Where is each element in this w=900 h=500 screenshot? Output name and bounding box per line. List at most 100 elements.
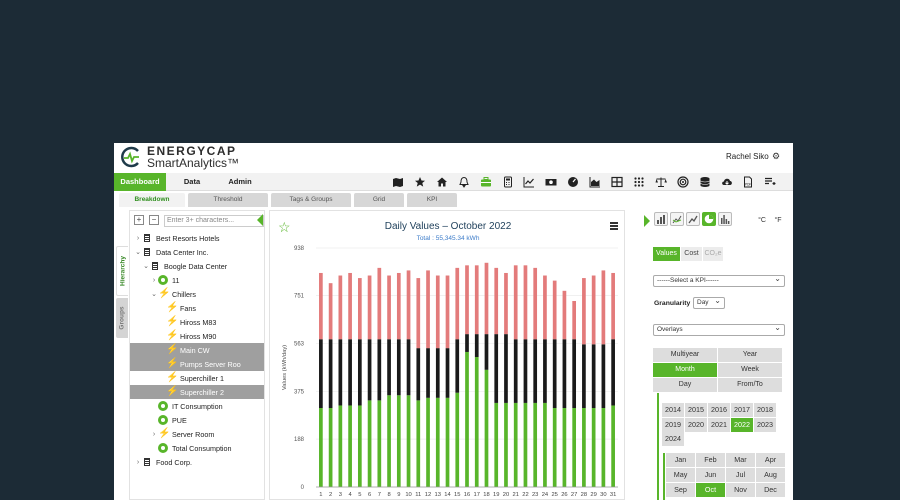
expand-toggle-icon[interactable]: › <box>150 277 158 284</box>
month-button[interactable]: Mar <box>726 453 755 467</box>
tab-groups[interactable]: Groups <box>116 298 128 338</box>
year-button[interactable]: 2016 <box>708 403 730 417</box>
year-button[interactable]: 2021 <box>708 417 730 432</box>
money-icon[interactable] <box>542 174 560 190</box>
collapse-all-button[interactable]: − <box>149 215 159 225</box>
month-button[interactable]: Aug <box>756 468 785 482</box>
tree-item[interactable]: PUE <box>130 413 264 427</box>
tree-item[interactable]: ⌄ Boogle Data Center <box>130 259 264 273</box>
overlays-select[interactable]: Overlays <box>653 323 785 336</box>
tab-tags-groups[interactable]: Tags & Groups <box>271 193 351 207</box>
kpi-select[interactable]: ------Select a KPI------ <box>653 274 785 287</box>
tree-item[interactable]: ⚡ Pumps Server Roo <box>130 357 264 371</box>
tree-item[interactable]: › Food Corp. <box>130 455 264 469</box>
collapse-right-panel-icon[interactable] <box>644 215 650 227</box>
year-button[interactable]: 2023 <box>754 417 776 432</box>
nav-data[interactable]: Data <box>172 173 212 191</box>
month-button[interactable]: Jun <box>696 468 725 482</box>
month-button[interactable]: Oct <box>696 483 725 497</box>
tree-search-input[interactable]: Enter 3+ characters... <box>164 215 264 227</box>
period-multiyear[interactable]: Multiyear <box>653 348 717 362</box>
expand-toggle-icon[interactable]: ⌄ <box>134 248 142 256</box>
table-icon[interactable] <box>608 174 626 190</box>
tab-grid[interactable]: Grid <box>354 193 404 207</box>
year-button[interactable]: 2014 <box>662 403 684 417</box>
nav-admin[interactable]: Admin <box>220 173 260 191</box>
tree-item[interactable]: › 11 <box>130 273 264 287</box>
year-button[interactable]: 2015 <box>685 403 707 417</box>
period-day[interactable]: Day <box>653 378 717 392</box>
tab-kpi[interactable]: KPI <box>407 193 457 207</box>
celsius-toggle[interactable]: °C <box>755 215 769 227</box>
tree-item[interactable]: Total Consumption <box>130 441 264 455</box>
expand-toggle-icon[interactable]: › <box>150 431 158 438</box>
year-button[interactable]: 2020 <box>685 417 707 432</box>
gears-icon[interactable]: ⚙ <box>772 151 780 162</box>
period-year[interactable]: Year <box>718 348 782 362</box>
bell-icon[interactable] <box>455 174 473 190</box>
expand-toggle-icon[interactable]: › <box>134 235 142 242</box>
collapse-panel-icon[interactable] <box>257 214 263 226</box>
user-name[interactable]: Rachel Siko <box>726 152 769 161</box>
year-button[interactable]: 2022 <box>731 417 753 432</box>
tab-threshold[interactable]: Threshold <box>188 193 268 207</box>
tree-item[interactable]: ⚡ Fans <box>130 301 264 315</box>
tree-item[interactable]: ⚡ Hiross M83 <box>130 315 264 329</box>
year-button[interactable]: 2018 <box>754 403 776 417</box>
expand-all-button[interactable]: + <box>134 215 144 225</box>
month-button[interactable]: Nov <box>726 483 755 497</box>
nav-dashboard[interactable]: Dashboard <box>114 173 166 191</box>
period-from-to[interactable]: From/To <box>718 378 782 392</box>
period-month[interactable]: Month <box>653 363 717 377</box>
values-tab[interactable]: Values <box>653 247 680 261</box>
month-button[interactable]: Apr <box>756 453 785 467</box>
month-button[interactable]: Sep <box>666 483 695 497</box>
tab-hierarchy[interactable]: Hierarchy <box>116 246 128 296</box>
year-button[interactable]: 2017 <box>731 403 753 417</box>
co2e-tab[interactable]: CO₂e <box>703 247 723 261</box>
month-button[interactable]: Dec <box>756 483 785 497</box>
month-button[interactable]: May <box>666 468 695 482</box>
target-icon[interactable] <box>674 174 692 190</box>
bar-chart-icon[interactable] <box>654 212 668 226</box>
pie-chart-icon[interactable] <box>702 212 716 226</box>
tree-item[interactable]: ⚡ Superchiller 2 <box>130 385 264 399</box>
grid-icon[interactable] <box>630 174 648 190</box>
calculator-icon[interactable] <box>499 174 517 190</box>
tree-item[interactable]: ⌄ Data Center Inc. <box>130 245 264 259</box>
line-icon[interactable] <box>686 212 700 226</box>
month-button[interactable]: Feb <box>696 453 725 467</box>
expand-toggle-icon[interactable]: › <box>134 459 142 466</box>
gauge-icon[interactable] <box>564 174 582 190</box>
line-chart-icon[interactable] <box>520 174 538 190</box>
period-week[interactable]: Week <box>718 363 782 377</box>
multi-line-icon[interactable] <box>670 212 684 226</box>
year-button[interactable]: 2024 <box>662 432 684 446</box>
cost-tab[interactable]: Cost <box>681 247 702 261</box>
tree-item[interactable]: › Best Resorts Hotels <box>130 231 264 245</box>
month-button[interactable]: Jul <box>726 468 755 482</box>
pdf-icon[interactable]: PDF <box>739 174 757 190</box>
fahrenheit-toggle[interactable]: °F <box>771 215 785 227</box>
cloud-download-icon[interactable] <box>718 174 736 190</box>
tree-item[interactable]: ⌄ ⚡ Chillers <box>130 287 264 301</box>
tree-item[interactable]: ⚡ Hiross M90 <box>130 329 264 343</box>
map-icon[interactable] <box>389 174 407 190</box>
tree-item[interactable]: IT Consumption <box>130 399 264 413</box>
expand-toggle-icon[interactable]: ⌄ <box>142 262 150 270</box>
star-icon[interactable] <box>411 174 429 190</box>
expand-toggle-icon[interactable]: ⌄ <box>150 290 158 298</box>
tree-item[interactable]: ⚡ Main CW <box>130 343 264 357</box>
database-icon[interactable] <box>696 174 714 190</box>
tab-breakdown[interactable]: Breakdown <box>119 193 185 207</box>
tree-item[interactable]: › ⚡ Server Room <box>130 427 264 441</box>
histogram-icon[interactable] <box>718 212 732 226</box>
chart-menu-icon[interactable] <box>610 222 618 230</box>
add-list-icon[interactable] <box>761 174 779 190</box>
month-button[interactable]: Jan <box>666 453 695 467</box>
scales-icon[interactable] <box>652 174 670 190</box>
home-icon[interactable] <box>433 174 451 190</box>
granularity-select[interactable]: Day <box>693 296 725 309</box>
tree-item[interactable]: ⚡ Superchiller 1 <box>130 371 264 385</box>
year-button[interactable]: 2019 <box>662 417 684 432</box>
